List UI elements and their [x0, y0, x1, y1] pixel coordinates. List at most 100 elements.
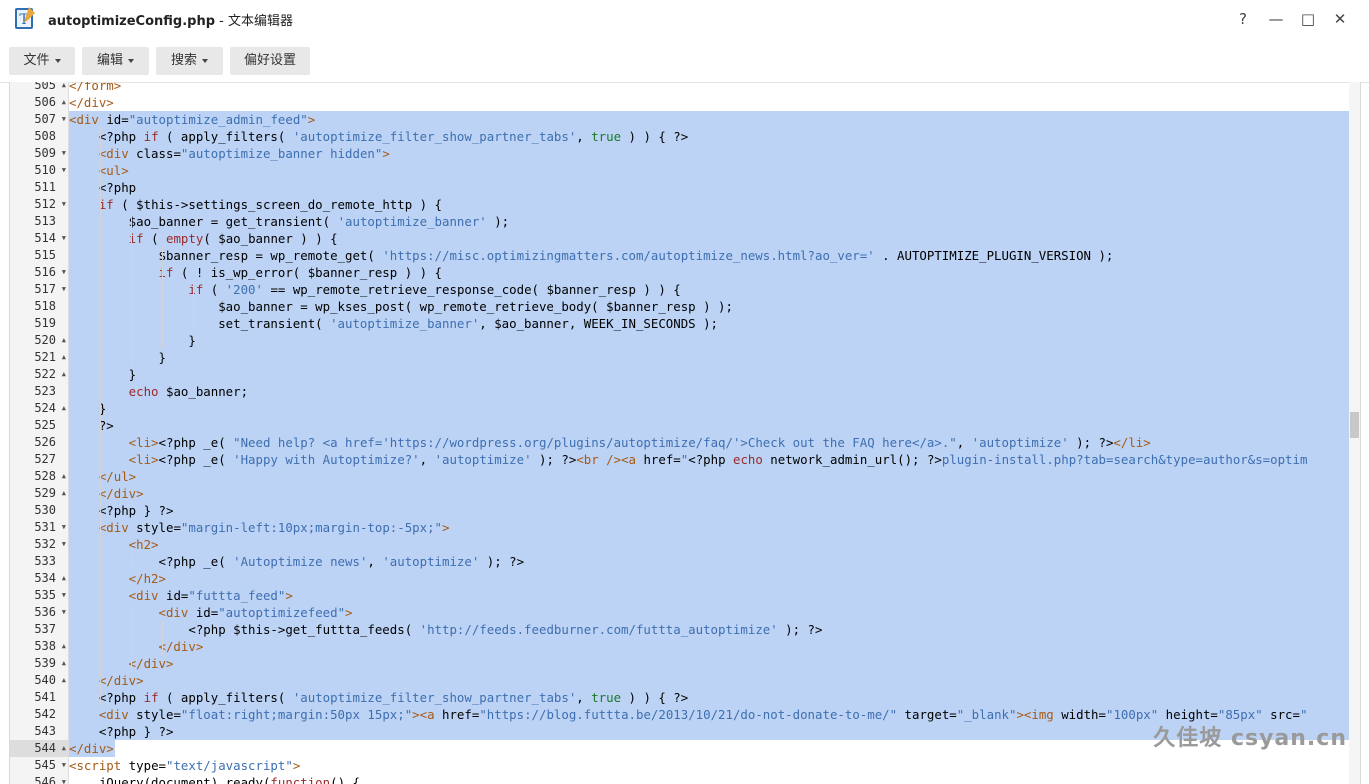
code-line[interactable]: if ( empty( $ao_banner ) ) { [69, 230, 1349, 247]
fold-up-icon[interactable]: ▲ [62, 638, 66, 655]
code-line[interactable]: echo $ao_banner; [69, 383, 1349, 400]
code-line[interactable]: <?php if ( apply_filters( 'autoptimize_f… [69, 128, 1349, 145]
fold-down-icon[interactable]: ▼ [62, 587, 66, 604]
code-token: <ul> [69, 163, 129, 178]
code-line[interactable]: } [69, 349, 1349, 366]
line-number-text: 520 [34, 333, 56, 347]
code-line[interactable]: if ( '200' == wp_remote_retrieve_respons… [69, 281, 1349, 298]
line-number-text: 524 [34, 401, 56, 415]
line-number-text: 536 [34, 605, 56, 619]
code-token: "_blank" [956, 707, 1017, 722]
fold-up-icon[interactable]: ▲ [62, 94, 66, 111]
maximize-icon[interactable]: □ [1297, 9, 1319, 29]
code-line[interactable]: if ( ! is_wp_error( $banner_resp ) ) { [69, 264, 1349, 281]
code-line[interactable]: <div style="margin-left:10px;margin-top:… [69, 519, 1349, 536]
fold-down-icon[interactable]: ▼ [62, 196, 66, 213]
code-line[interactable]: </div> [69, 638, 1349, 655]
code-line[interactable]: </ul> [69, 468, 1349, 485]
fold-up-icon[interactable]: ▲ [62, 740, 66, 757]
fold-up-icon[interactable]: ▲ [62, 400, 66, 417]
code-line[interactable]: $ao_banner = wp_kses_post( wp_remote_ret… [69, 298, 1349, 315]
code-token: <?php [688, 452, 733, 467]
code-editor[interactable]: 505 ▲ 506 ▲ 507 ▼ 508 509 ▼ 510 ▼ 511 512 ▼ 513 514 ▼ 515… [9, 82, 1361, 784]
line-number: 543 [10, 723, 68, 740]
fold-down-icon[interactable]: ▼ [62, 111, 66, 128]
fold-down-icon[interactable]: ▼ [62, 264, 66, 281]
code-token: echo [733, 452, 763, 467]
code-line[interactable]: $banner_resp = wp_remote_get( 'https://m… [69, 247, 1349, 264]
code-token: network_admin_url(); ?> [762, 452, 942, 467]
fold-down-icon[interactable]: ▼ [62, 281, 66, 298]
file-menu-button[interactable]: 文件 [9, 47, 75, 75]
fold-up-icon[interactable]: ▲ [62, 655, 66, 672]
code-line[interactable]: <li><?php _e( 'Happy with Autoptimize?',… [69, 451, 1349, 468]
scrollbar-thumb[interactable] [1350, 412, 1359, 438]
fold-down-icon[interactable]: ▼ [62, 757, 66, 774]
line-number: 535 ▼ [10, 587, 68, 604]
fold-up-icon[interactable]: ▲ [62, 485, 66, 502]
code-token: "margin-left:10px;margin-top:-5px;" [180, 520, 442, 535]
code-line[interactable]: <li><?php _e( "Need help? <a href='https… [69, 434, 1349, 451]
code-line[interactable]: <?php } ?> [69, 502, 1349, 519]
code-line[interactable]: <?php [69, 179, 1349, 196]
code-line[interactable]: </div> [69, 94, 1349, 111]
code-line[interactable]: <div id="autoptimizefeed"> [69, 604, 1349, 621]
fold-down-icon[interactable]: ▼ [62, 774, 66, 784]
code-token: style= [136, 707, 181, 722]
fold-down-icon[interactable]: ▼ [62, 519, 66, 536]
code-line[interactable]: <script type="text/javascript"> [69, 757, 1349, 774]
fold-down-icon[interactable]: ▼ [62, 145, 66, 162]
minimize-icon[interactable]: — [1265, 9, 1287, 29]
code-line[interactable]: } [69, 366, 1349, 383]
help-icon[interactable]: ? [1232, 9, 1254, 29]
fold-up-icon[interactable]: ▲ [62, 570, 66, 587]
code-line[interactable]: ?> [69, 417, 1349, 434]
code-line[interactable]: </div> [69, 655, 1349, 672]
code-area[interactable]: </form> </div> <div id="autoptimize_admin_… [69, 82, 1349, 784]
fold-down-icon[interactable]: ▼ [62, 604, 66, 621]
code-token: <div [69, 588, 166, 603]
code-line[interactable]: <div class="autoptimize_banner hidden"> [69, 145, 1349, 162]
code-line[interactable]: </form> [69, 82, 1349, 94]
code-line[interactable]: <ul> [69, 162, 1349, 179]
code-line[interactable]: <h2> [69, 536, 1349, 553]
code-line[interactable]: </div> [69, 485, 1349, 502]
fold-down-icon[interactable]: ▼ [62, 162, 66, 179]
code-line[interactable]: <?php $this->get_futtta_feeds( 'http://f… [69, 621, 1349, 638]
line-number: 510 ▼ [10, 162, 68, 179]
code-line[interactable]: <?php if ( apply_filters( 'autoptimize_f… [69, 689, 1349, 706]
code-line[interactable]: if ( $this->settings_screen_do_remote_ht… [69, 196, 1349, 213]
code-line[interactable]: } [69, 332, 1349, 349]
code-line[interactable]: jQuery(document).ready(function() { [69, 774, 1349, 784]
search-menu-button[interactable]: 搜索 [156, 47, 223, 75]
fold-up-icon[interactable]: ▲ [62, 468, 66, 485]
code-token: 'autoptimize' [434, 452, 532, 467]
code-token: ( apply_filters( [158, 129, 293, 144]
close-icon[interactable]: ✕ [1329, 9, 1351, 29]
code-line[interactable]: <div id="futtta_feed"> [69, 587, 1349, 604]
fold-down-icon[interactable]: ▼ [62, 536, 66, 553]
fold-down-icon[interactable]: ▼ [62, 230, 66, 247]
code-line[interactable]: </div> [69, 672, 1349, 689]
code-token: "Need help? <a href='https://wordpress.o… [233, 435, 957, 450]
code-token: 'https://misc.optimizingmatters.com/auto… [382, 248, 875, 263]
fold-up-icon[interactable]: ▲ [62, 366, 66, 383]
code-line[interactable]: set_transient( 'autoptimize_banner', $ao… [69, 315, 1349, 332]
line-number: 519 [10, 315, 68, 332]
fold-up-icon[interactable]: ▲ [62, 672, 66, 689]
fold-up-icon[interactable]: ▲ [62, 349, 66, 366]
code-line[interactable]: <div id="autoptimize_admin_feed"> [69, 111, 1349, 128]
code-token: ); ?> [1068, 435, 1114, 450]
line-number-text: 511 [34, 180, 56, 194]
edit-menu-button[interactable]: 编辑 [82, 47, 149, 75]
vertical-scrollbar[interactable] [1349, 82, 1360, 784]
code-line[interactable]: $ao_banner = get_transient( 'autoptimize… [69, 213, 1349, 230]
code-token: 'autoptimize' [971, 435, 1069, 450]
fold-up-icon[interactable]: ▲ [62, 332, 66, 349]
code-line[interactable]: } [69, 400, 1349, 417]
fold-up-icon[interactable]: ▲ [62, 82, 66, 94]
code-line[interactable]: <?php _e( 'Autoptimize news', 'autoptimi… [69, 553, 1349, 570]
preferences-label: 偏好设置 [243, 53, 296, 68]
preferences-button[interactable]: 偏好设置 [230, 47, 310, 75]
code-line[interactable]: </h2> [69, 570, 1349, 587]
